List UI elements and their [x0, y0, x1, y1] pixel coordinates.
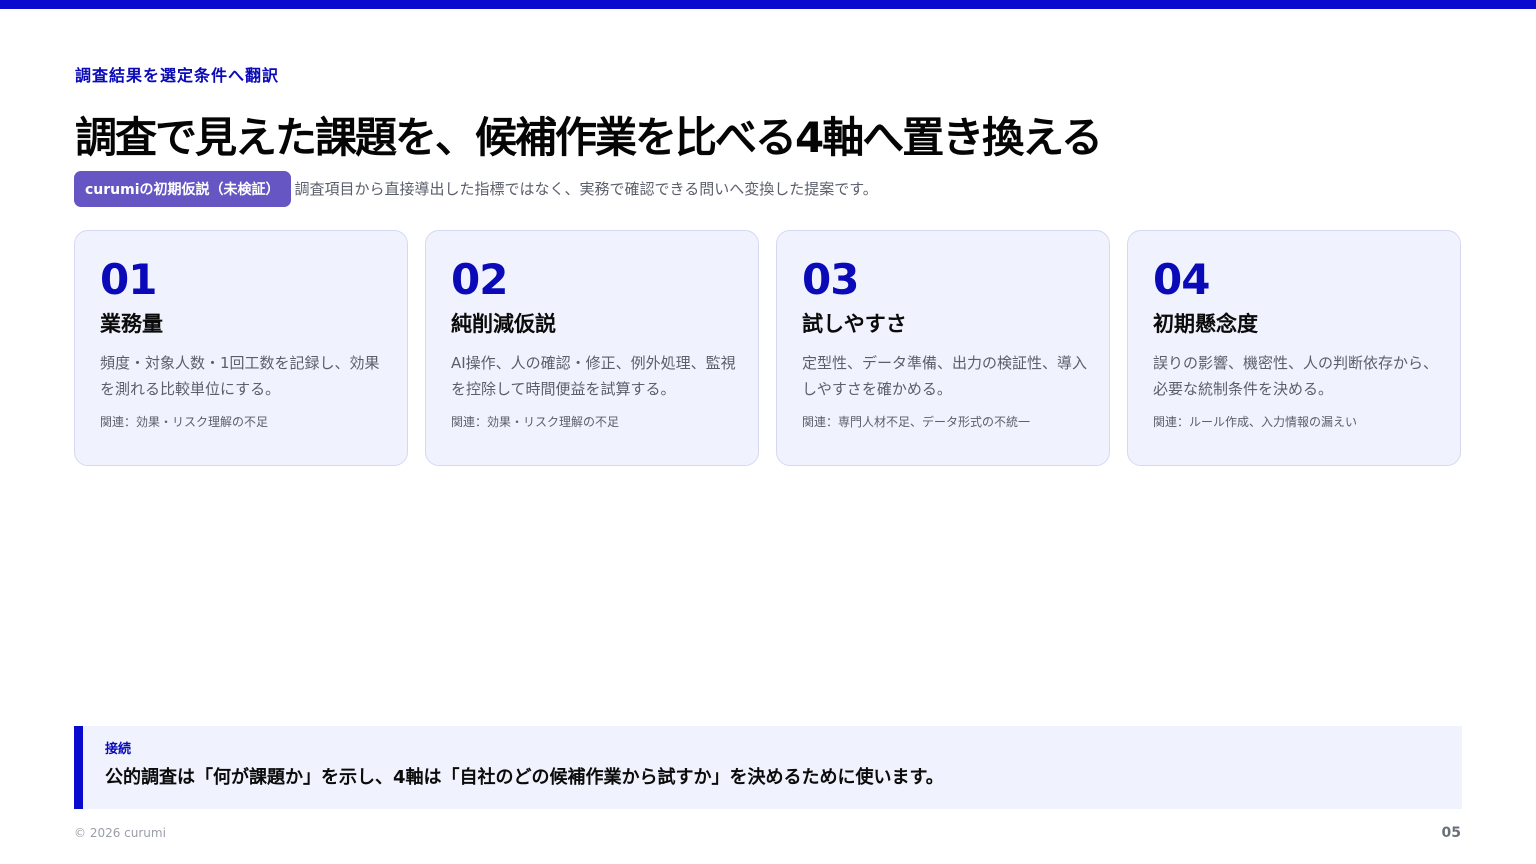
- card-description: 定型性、データ準備、出力の検証性、導入しやすさを確かめる。: [802, 354, 1088, 399]
- card-related: 関連：専門人材不足、データ形式の不統一: [802, 415, 1031, 430]
- card-related: 関連：効果・リスク理解の不足: [451, 415, 620, 430]
- axis-card-1: 01 業務量 頻度・対象人数・1回工数を記録し、効果を測れる比較単位にする。 関…: [74, 230, 408, 466]
- card-number: 04: [1153, 255, 1210, 304]
- page-title: 調査で見えた課題を、候補作業を比べる4軸へ置き換える: [75, 113, 1103, 162]
- card-description: 頻度・対象人数・1回工数を記録し、効果を測れる比較単位にする。: [100, 354, 380, 399]
- card-description: 誤りの影響、機密性、人の判断依存から、必要な統制条件を決める。: [1153, 354, 1439, 399]
- footer-copyright: © 2026 curumi: [74, 826, 166, 840]
- subtitle-text: 調査項目から直接導出した指標ではなく、実務で確認できる問いへ変換した提案です。: [294, 180, 878, 198]
- card-description: AI操作、人の確認・修正、例外処理、監視を控除して時間便益を試算する。: [451, 354, 736, 399]
- card-title: 純削減仮説: [451, 312, 556, 337]
- axis-card-3: 03 試しやすさ 定型性、データ準備、出力の検証性、導入しやすさを確かめる。 関…: [776, 230, 1110, 466]
- card-number: 02: [451, 255, 508, 304]
- card-title: 初期懸念度: [1153, 312, 1258, 337]
- axis-card-4: 04 初期懸念度 誤りの影響、機密性、人の判断依存から、必要な統制条件を決める。…: [1127, 230, 1461, 466]
- callout-text: 公的調査は「何が課題か」を示し、4軸は「自社のどの候補作業から試すか」を決めるた…: [105, 767, 944, 788]
- card-related: 関連：効果・リスク理解の不足: [100, 415, 269, 430]
- connection-callout: 接続 公的調査は「何が課題か」を示し、4軸は「自社のどの候補作業から試すか」を決…: [74, 726, 1462, 809]
- axis-cards: 01 業務量 頻度・対象人数・1回工数を記録し、効果を測れる比較単位にする。 関…: [74, 230, 1462, 466]
- axis-card-2: 02 純削減仮説 AI操作、人の確認・修正、例外処理、監視を控除して時間便益を試…: [425, 230, 759, 466]
- callout-label: 接続: [105, 742, 132, 757]
- card-title: 業務量: [100, 312, 163, 337]
- page-number: 05: [1441, 825, 1461, 841]
- card-number: 03: [802, 255, 859, 304]
- top-accent-bar: [0, 0, 1536, 9]
- card-number: 01: [100, 255, 157, 304]
- section-eyebrow: 調査結果を選定条件へ翻訳: [75, 66, 280, 85]
- card-title: 試しやすさ: [802, 312, 907, 337]
- card-related: 関連：ルール作成、入力情報の漏えい: [1153, 415, 1358, 430]
- hypothesis-badge: curumiの初期仮説（未検証）: [74, 170, 291, 207]
- subtitle-row: curumiの初期仮説（未検証） 調査項目から直接導出した指標ではなく、実務で確…: [74, 170, 878, 207]
